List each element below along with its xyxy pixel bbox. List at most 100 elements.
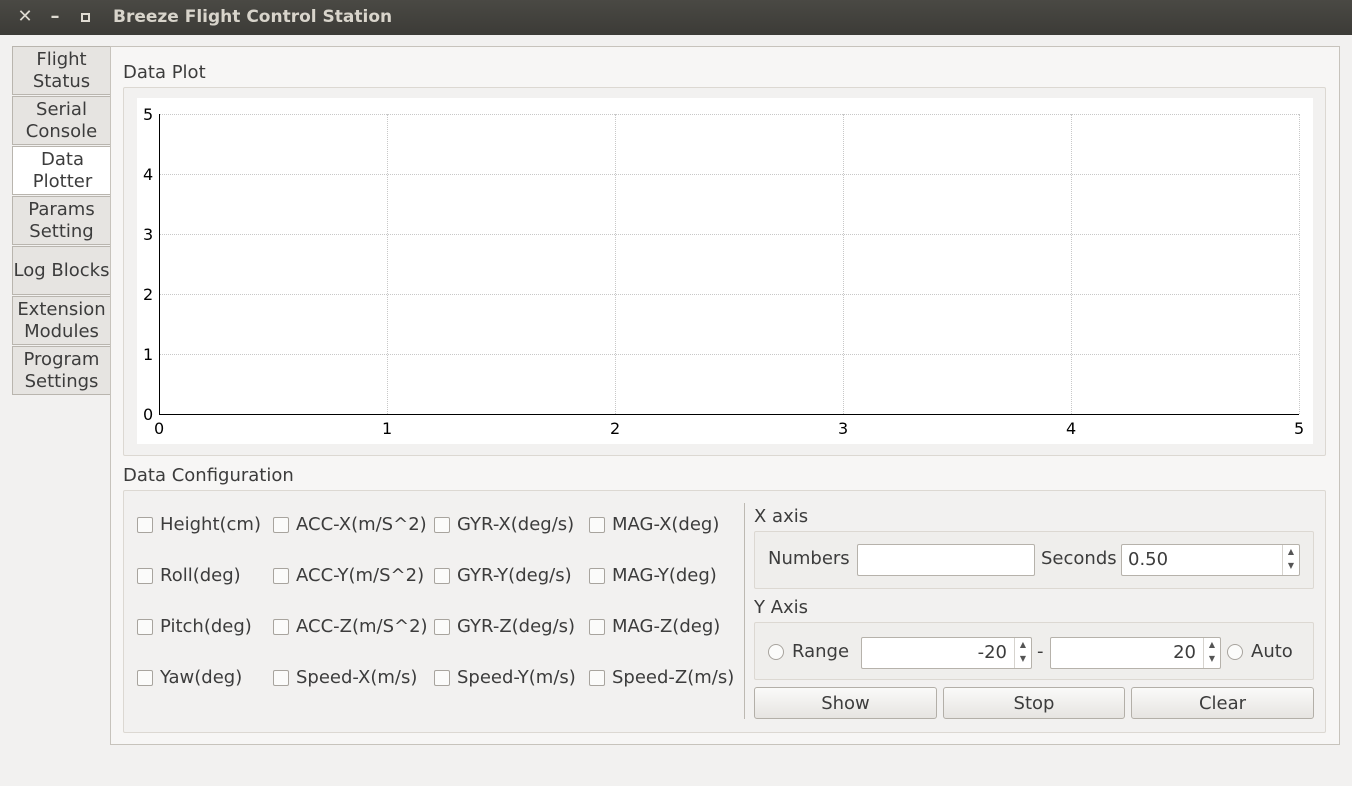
- grid-line: [159, 234, 1299, 235]
- tab-label: Modules: [24, 320, 99, 342]
- spin-arrows-icon[interactable]: ▲ ▼: [1203, 638, 1220, 668]
- y-tick-label: 2: [143, 285, 154, 304]
- checkbox-icon: [137, 516, 153, 533]
- channel-checkbox[interactable]: MAG-Z(deg): [589, 616, 720, 637]
- checkbox-icon: [137, 618, 153, 635]
- tab-extension-modules[interactable]: Extension Modules: [12, 296, 111, 345]
- checkbox-label: MAG-X(deg): [612, 514, 720, 535]
- tab-label: Settings: [24, 370, 99, 392]
- grid-line: [159, 174, 1299, 175]
- window-title: Breeze Flight Control Station: [113, 7, 393, 27]
- checkbox-label: ACC-X(m/S^2): [296, 514, 427, 535]
- checkbox-label: GYR-Z(deg/s): [457, 616, 576, 637]
- channel-checkbox[interactable]: ACC-X(m/S^2): [273, 514, 427, 535]
- checkbox-icon: [137, 669, 153, 686]
- close-icon[interactable]: ✕: [15, 6, 35, 28]
- channel-checkbox[interactable]: Pitch(deg): [137, 616, 252, 637]
- checkbox-label: Speed-Y(m/s): [457, 667, 576, 688]
- channel-checkbox[interactable]: ACC-Y(m/S^2): [273, 565, 424, 586]
- channel-checkbox[interactable]: Speed-X(m/s): [273, 667, 417, 688]
- checkbox-icon: [589, 516, 605, 533]
- plot-area: 0 1 2 3 4 5 0 1 2 3 4 5: [137, 98, 1313, 444]
- checkbox-label: Roll(deg): [160, 565, 241, 586]
- auto-radio[interactable]: Auto: [1227, 641, 1293, 662]
- tab-label: Serial: [36, 98, 87, 120]
- channel-checkbox[interactable]: Height(cm): [137, 514, 261, 535]
- show-button[interactable]: Show: [754, 687, 937, 719]
- tab-label: Plotter: [32, 170, 93, 192]
- checkbox-icon: [434, 669, 450, 686]
- grid-line: [159, 114, 1299, 115]
- channel-checkbox[interactable]: Speed-Y(m/s): [434, 667, 576, 688]
- checkbox-label: Yaw(deg): [160, 667, 243, 688]
- grid-line: [1299, 114, 1300, 414]
- x-axis-line: [159, 414, 1299, 415]
- y-max-spinbox[interactable]: 20 ▲ ▼: [1050, 637, 1221, 669]
- channel-checkbox[interactable]: MAG-Y(deg): [589, 565, 717, 586]
- grid-line: [159, 294, 1299, 295]
- x-axis-title: X axis: [754, 506, 809, 527]
- range-radio[interactable]: Range: [768, 641, 849, 662]
- divider: [744, 503, 745, 719]
- channel-checkbox[interactable]: Speed-Z(m/s): [589, 667, 734, 688]
- data-configuration-title: Data Configuration: [123, 465, 294, 486]
- minimize-icon[interactable]: –: [45, 6, 65, 28]
- channel-checkbox[interactable]: GYR-Y(deg/s): [434, 565, 572, 586]
- checkbox-icon: [273, 516, 289, 533]
- tab-label: Console: [25, 120, 98, 142]
- tab-data-plotter[interactable]: Data Plotter: [12, 146, 112, 195]
- tab-log-blocks[interactable]: Log Blocks: [12, 246, 111, 295]
- checkbox-label: ACC-Z(m/S^2): [296, 616, 428, 637]
- channel-checkbox[interactable]: ACC-Z(m/S^2): [273, 616, 428, 637]
- channel-checkbox[interactable]: MAG-X(deg): [589, 514, 719, 535]
- tab-program-settings[interactable]: Program Settings: [12, 346, 111, 395]
- grid-line: [159, 354, 1299, 355]
- grid-line: [615, 114, 616, 414]
- channel-checkbox[interactable]: Yaw(deg): [137, 667, 242, 688]
- tab-label: Status: [32, 70, 91, 92]
- y-tick-label: 4: [143, 165, 154, 184]
- checkbox-icon: [273, 618, 289, 635]
- checkbox-label: Pitch(deg): [160, 616, 252, 637]
- title-bar: ✕ – Breeze Flight Control Station: [0, 0, 1352, 35]
- channel-checkbox[interactable]: GYR-X(deg/s): [434, 514, 574, 535]
- checkbox-icon: [434, 567, 450, 584]
- stop-button[interactable]: Stop: [943, 687, 1125, 719]
- checkbox-icon: [589, 618, 605, 635]
- checkbox-label: GYR-Y(deg/s): [457, 565, 572, 586]
- x-tick-label: 4: [1066, 419, 1077, 438]
- y-tick-label: 0: [143, 405, 154, 424]
- tab-params-setting[interactable]: Params Setting: [12, 196, 111, 245]
- seconds-spinbox[interactable]: 0.50 ▲ ▼: [1121, 544, 1300, 576]
- spin-arrows-icon[interactable]: ▲ ▼: [1282, 545, 1299, 575]
- tab-label: Setting: [29, 220, 94, 242]
- y-min-spinbox[interactable]: -20 ▲ ▼: [861, 637, 1032, 669]
- numbers-label: Numbers: [768, 548, 850, 569]
- tab-flight-status[interactable]: Flight Status: [12, 46, 111, 95]
- clear-button[interactable]: Clear: [1131, 687, 1314, 719]
- y-max-value: 20: [1173, 642, 1196, 663]
- range-dash: -: [1037, 641, 1044, 662]
- y-tick-label: 1: [143, 345, 154, 364]
- checkbox-icon: [589, 669, 605, 686]
- y-min-value: -20: [977, 642, 1007, 663]
- tab-label: Params: [28, 198, 95, 220]
- radio-icon: [1227, 643, 1243, 660]
- tab-label: Extension: [17, 298, 106, 320]
- spin-arrows-icon[interactable]: ▲ ▼: [1014, 638, 1031, 668]
- numbers-input[interactable]: [857, 544, 1035, 576]
- app-body: Flight Status Serial Console Data Plotter P…: [0, 35, 1352, 786]
- channel-checkbox[interactable]: Roll(deg): [137, 565, 241, 586]
- data-plotter-pane: Data Plot 0 1 2 3 4 5 0 1 2 3 4 5 Data C…: [110, 46, 1340, 745]
- data-plot-group: 0 1 2 3 4 5 0 1 2 3 4 5: [123, 87, 1326, 456]
- x-tick-label: 2: [610, 419, 621, 438]
- maximize-icon[interactable]: [75, 6, 95, 28]
- checkbox-icon: [434, 516, 450, 533]
- data-plot-title: Data Plot: [123, 62, 206, 83]
- checkbox-label: MAG-Y(deg): [612, 565, 717, 586]
- channel-checkbox[interactable]: GYR-Z(deg/s): [434, 616, 575, 637]
- data-configuration-group: Height(cm) ACC-X(m/S^2) GYR-X(deg/s) MAG-X(…: [123, 490, 1326, 733]
- tab-serial-console[interactable]: Serial Console: [12, 96, 111, 145]
- tab-label: Data: [41, 148, 84, 170]
- checkbox-icon: [137, 567, 153, 584]
